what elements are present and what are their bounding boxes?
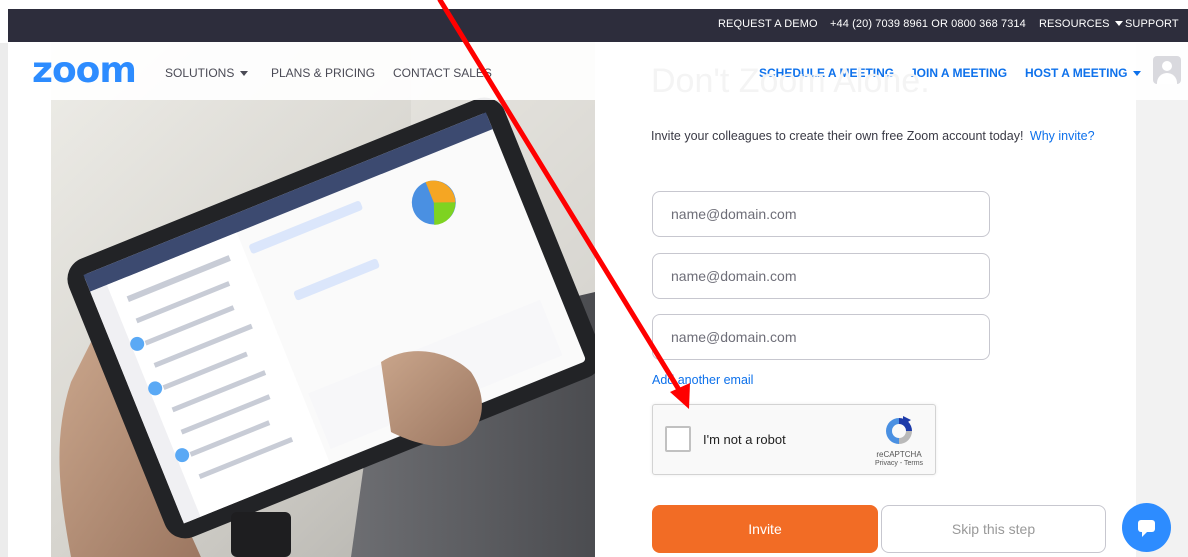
phone-number: +44 (20) 7039 8961 OR 0800 368 7314 bbox=[830, 18, 1026, 30]
avatar-body-icon bbox=[1157, 73, 1177, 84]
resources-menu[interactable]: RESOURCES bbox=[1039, 18, 1123, 30]
skip-step-button[interactable]: Skip this step bbox=[881, 505, 1106, 553]
chat-button[interactable] bbox=[1122, 503, 1171, 552]
email-field-1[interactable] bbox=[652, 191, 990, 237]
recaptcha-label: I'm not a robot bbox=[703, 432, 786, 447]
left-gutter bbox=[0, 43, 8, 557]
email-field-3[interactable] bbox=[652, 314, 990, 360]
why-invite-link[interactable]: Why invite? bbox=[1030, 129, 1095, 143]
invite-button[interactable]: Invite bbox=[652, 505, 878, 553]
nav-contact-sales[interactable]: CONTACT SALES bbox=[393, 66, 492, 80]
chat-bubble-icon bbox=[1138, 520, 1155, 537]
nav-plans-pricing[interactable]: PLANS & PRICING bbox=[271, 66, 375, 80]
recaptcha-brand: reCAPTCHA bbox=[876, 450, 922, 459]
tablet-photo bbox=[51, 42, 595, 557]
page-heading: Don't Zoom Alone. bbox=[651, 62, 930, 100]
recaptcha-privacy-terms[interactable]: Privacy - Terms bbox=[861, 460, 937, 467]
resources-label: RESOURCES bbox=[1039, 18, 1110, 30]
chevron-down-icon bbox=[1133, 71, 1142, 76]
zoom-logo[interactable]: zoom bbox=[32, 53, 137, 89]
nav-solutions-label: SOLUTIONS bbox=[165, 66, 235, 80]
nav-host-meeting-label: HOST A MEETING bbox=[1025, 66, 1128, 80]
invite-intro: Invite your colleagues to create their o… bbox=[651, 129, 1095, 143]
recaptcha-widget: I'm not a robot reCAPTCHA Privacy - Term… bbox=[652, 404, 936, 475]
chevron-down-icon bbox=[240, 71, 249, 76]
nav-host-meeting[interactable]: HOST A MEETING bbox=[1025, 66, 1142, 80]
chevron-down-icon bbox=[1114, 21, 1123, 26]
top-utility-bar: REQUEST A DEMO +44 (20) 7039 8961 OR 080… bbox=[8, 9, 1188, 42]
support-link[interactable]: SUPPORT bbox=[1125, 18, 1179, 30]
avatar[interactable] bbox=[1153, 56, 1181, 84]
add-another-email-link[interactable]: Add another email bbox=[652, 373, 753, 387]
request-demo-link[interactable]: REQUEST A DEMO bbox=[718, 18, 818, 30]
nav-solutions[interactable]: SOLUTIONS bbox=[165, 66, 249, 80]
email-field-2[interactable] bbox=[652, 253, 990, 299]
right-gutter bbox=[1136, 43, 1188, 557]
recaptcha-checkbox[interactable] bbox=[665, 426, 691, 452]
invite-intro-text: Invite your colleagues to create their o… bbox=[651, 129, 1024, 143]
page-root: { "topbar": { "request_demo": "REQUEST A… bbox=[0, 0, 1188, 557]
hero-image bbox=[51, 42, 595, 557]
avatar-head-icon bbox=[1162, 61, 1172, 71]
recaptcha-logo-icon bbox=[886, 416, 912, 444]
main-header: zoom SOLUTIONS PLANS & PRICING CONTACT S… bbox=[8, 42, 1188, 100]
